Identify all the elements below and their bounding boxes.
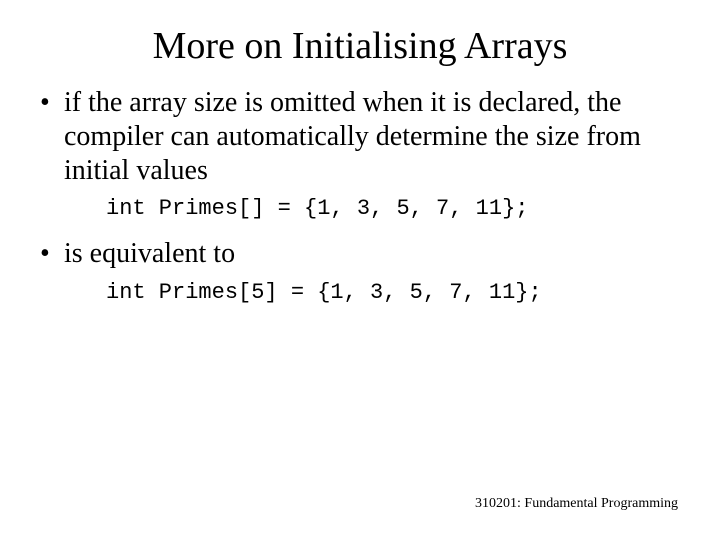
bullet-item: is equivalent to [36,237,684,271]
code-line: int Primes[5] = {1, 3, 5, 7, 11}; [106,280,684,305]
bullet-text: is equivalent to [64,238,235,269]
slide: More on Initialising Arrays if the array… [0,0,720,540]
bullet-list: if the array size is omitted when it is … [36,86,684,188]
bullet-list: is equivalent to [36,237,684,271]
slide-title: More on Initialising Arrays [36,24,684,68]
footer-text: 310201: Fundamental Programming [475,496,678,512]
bullet-text: if the array size is omitted when it is … [64,87,641,186]
code-line: int Primes[] = {1, 3, 5, 7, 11}; [106,196,684,221]
bullet-item: if the array size is omitted when it is … [36,86,684,188]
